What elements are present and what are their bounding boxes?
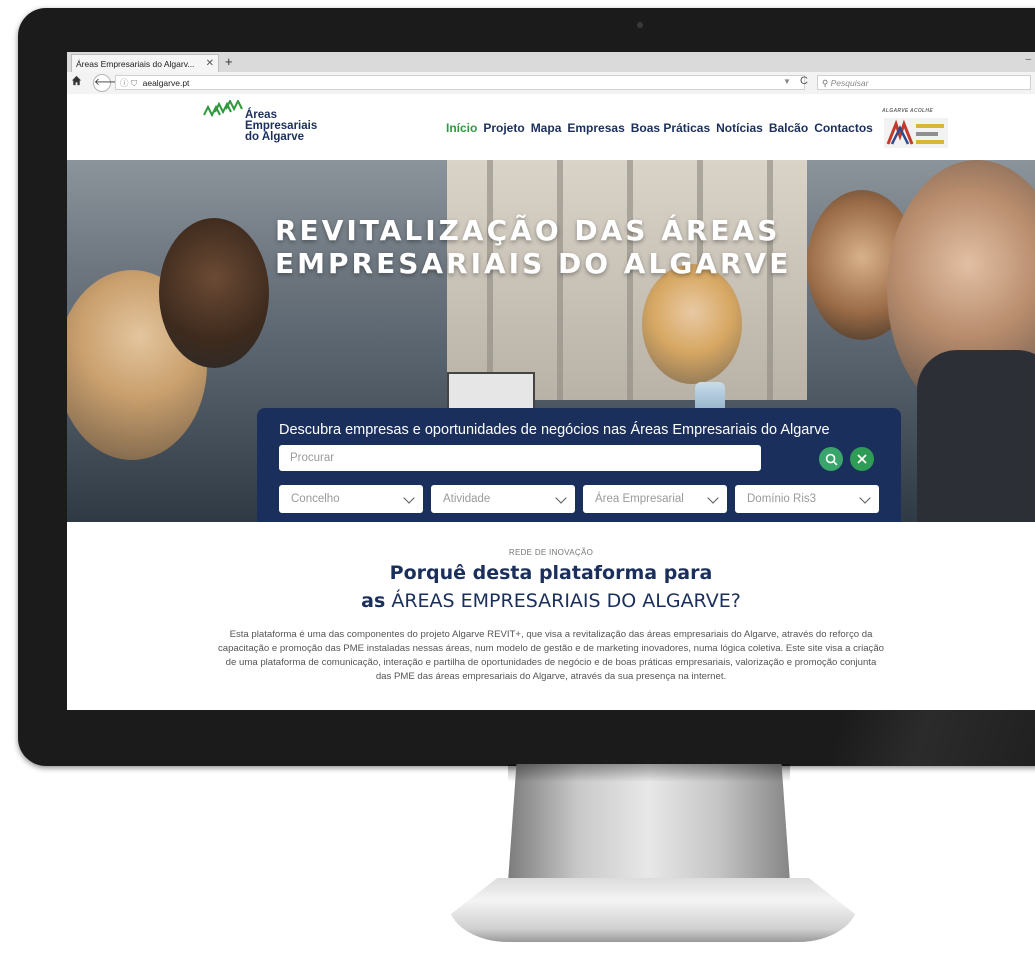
reload-icon[interactable]: C [800,75,808,87]
hero-title: REVITALIZAÇÃO DAS ÁREAS EMPRESARIAIS DO … [275,214,791,280]
nav-contactos[interactable]: Contactos [814,121,873,135]
nav-noticias[interactable]: Notícias [716,121,763,135]
url-text: aealgarve.pt [142,78,190,88]
platform-section: REDE DE INOVAÇÃO Porquê desta plataforma… [67,522,1035,710]
info-icon: ⓘ ⛉ [120,78,138,88]
chevron-down-icon [555,492,567,504]
back-arrow-icon[interactable]: 🡐 [93,74,121,92]
hero-title-line-2: EMPRESARIAIS DO ALGARVE [275,247,792,280]
filter-label: Domínio Ris3 [747,493,817,505]
monitor-stand-base [448,878,858,942]
filter-label: Área Empresarial [595,493,684,505]
clear-search-button[interactable] [850,447,874,471]
filter-area-empresarial[interactable]: Área Empresarial [583,485,727,513]
window-mullion [487,160,493,400]
section-headline-line-1: Porquê desta plataforma para [389,562,713,584]
nav-mapa[interactable]: Mapa [531,121,562,135]
headline-rest: ÁREAS EMPRESARIAIS DO ALGARVE? [385,590,741,612]
browser-search-input[interactable]: ⚲ Pesquisar [817,75,1031,90]
partner-mark-icon [884,118,948,148]
browser-nav-bar: 🡐 ⓘ ⛉ aealgarve.pt ▼ C ⚲ Pesquisar [67,72,1035,95]
logo-line-3: do Algarve [245,131,305,143]
search-button[interactable] [819,447,843,471]
url-dropdown-icon[interactable]: ▼ [783,77,791,86]
headline-strong: as [361,590,386,612]
browser-tab[interactable]: Áreas Empresariais do Algarv... ✕ [71,54,219,72]
filter-label: Atividade [443,493,491,505]
filter-concelho[interactable]: Concelho [279,485,423,513]
partner-label: ALGARVE ACOLHE [882,108,933,114]
camera-icon [637,22,643,28]
screen: Áreas Empresariais do Algarv... ✕ + – 🡐 … [67,52,1035,710]
nav-projeto[interactable]: Projeto [483,121,524,135]
home-icon[interactable] [71,75,82,89]
nav-boas-praticas[interactable]: Boas Práticas [631,121,710,135]
section-body: Esta plataforma é uma das componentes do… [217,629,885,682]
minimize-window-icon[interactable]: – [1025,54,1031,65]
window-mullion [767,160,773,400]
chevron-down-icon [707,492,719,504]
url-bar[interactable]: ⓘ ⛉ aealgarve.pt [115,75,805,90]
search-filters: Concelho Atividade Área Empresarial Domí… [279,485,879,513]
logo-mark-icon [203,100,243,118]
person-left-man [159,218,269,368]
hero-title-line-1: REVITALIZAÇÃO DAS ÁREAS [275,214,781,247]
window-mullion [627,160,633,400]
site-header: Áreas Empresariais do Algarve Início Pro… [67,94,1035,160]
close-icon [857,454,867,464]
nav-balcao[interactable]: Balcão [769,121,808,135]
section-headline-line-2: as ÁREAS EMPRESARIAIS DO ALGARVE? [67,590,1035,612]
browser-search-placeholder: Pesquisar [830,78,869,88]
close-tab-icon[interactable]: ✕ [206,58,214,69]
monitor-stand-shade [508,764,790,782]
section-kicker: REDE DE INOVAÇÃO [508,548,594,557]
magnifier-icon: ⚲ [822,78,829,88]
window-mullion [557,160,563,400]
search-heading: Descubra empresas e oportunidades de neg… [279,422,830,438]
browser-tab-bar: Áreas Empresariais do Algarv... ✕ + – [67,52,1035,72]
filter-atividade[interactable]: Atividade [431,485,575,513]
hero-banner: REVITALIZAÇÃO DAS ÁREAS EMPRESARIAIS DO … [67,160,1035,522]
chevron-down-icon [859,492,871,504]
chevron-down-icon [403,492,415,504]
new-tab-icon[interactable]: + [225,54,233,70]
browser-tab-title: Áreas Empresariais do Algarv... [76,58,195,69]
nav-empresas[interactable]: Empresas [567,121,624,135]
hero-suit-shadow [917,350,1035,522]
search-icon [825,453,837,465]
filter-label: Concelho [291,493,340,505]
logo-text: Áreas Empresariais do Algarve [245,109,317,143]
person-center-woman [642,264,742,384]
main-nav: Início Projeto Mapa Empresas Boas Prátic… [446,121,873,135]
filter-dominio-ris3[interactable]: Domínio Ris3 [735,485,879,513]
hero-background-window [447,160,807,400]
nav-inicio[interactable]: Início [446,121,477,135]
search-panel: Descubra empresas e oportunidades de neg… [257,408,901,522]
search-input[interactable]: Procurar [279,445,761,471]
